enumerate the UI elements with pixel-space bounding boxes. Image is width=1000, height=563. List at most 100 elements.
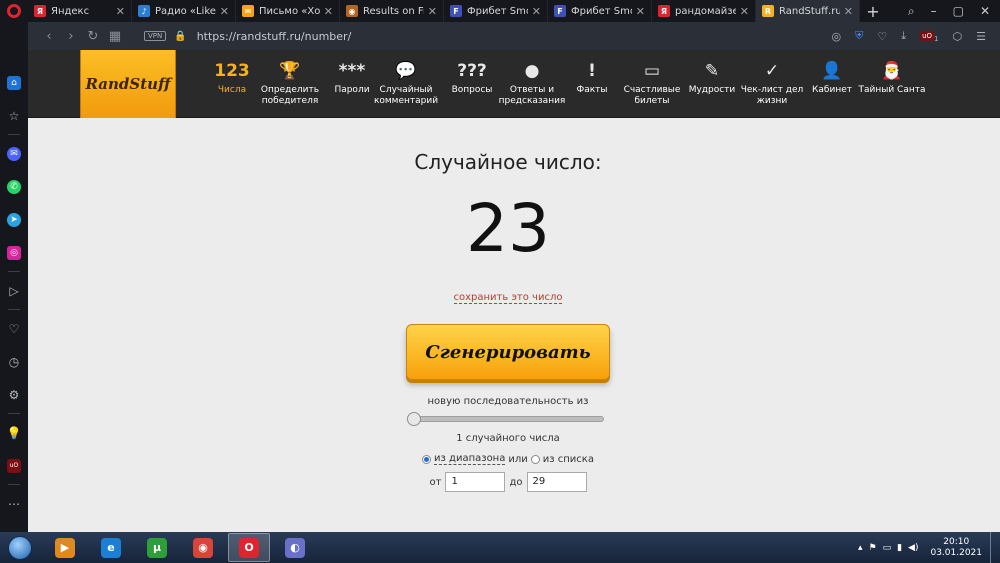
nav-item[interactable]: 🎅 Тайный Санта [858, 58, 926, 96]
maximize-icon[interactable]: ▢ [953, 4, 964, 18]
browser-tab[interactable]: ◉ Results on Free ✕ [340, 0, 444, 22]
results-icon: ◉ [346, 5, 358, 17]
slider-handle[interactable] [407, 412, 421, 426]
taskbar-app[interactable]: ◉ [182, 533, 224, 562]
nav-item[interactable]: ● Ответы и предсказания [498, 58, 566, 107]
shield-icon[interactable]: ⛨ [855, 29, 863, 43]
more-icon[interactable]: ⋯ [0, 487, 28, 520]
taskbar-app[interactable]: ◐ [274, 533, 316, 562]
clock[interactable]: 20:10 03.01.2021 [930, 537, 982, 559]
tab-close-icon[interactable]: ✕ [740, 5, 749, 18]
tab-title: Фрибет SmokeC [467, 5, 528, 17]
browser-tab[interactable]: R RandStuff.ru – г ✕ [756, 0, 860, 22]
star-icon[interactable]: ☆ [0, 99, 28, 132]
ublock-icon[interactable]: uO 1 [920, 28, 939, 44]
messenger-icon[interactable]: ✉ [0, 137, 28, 170]
vpn-badge[interactable]: VPN [144, 31, 167, 41]
search-tabs-icon[interactable]: ⌕ [908, 4, 915, 19]
close-icon[interactable]: ✕ [980, 4, 990, 18]
page-title: Случайное число: [414, 150, 602, 174]
browser-tab[interactable]: F Фрибет SmokeC ✕ [444, 0, 548, 22]
generate-button[interactable]: Сгенерировать [406, 324, 610, 380]
heart-icon[interactable]: ♡ [877, 30, 887, 43]
tab-bar: Я Яндекс ✕ ♪ Радио «Like FM» ✕ ✉ Письмо «Хо хо»… [0, 0, 1000, 22]
browser-tab[interactable]: Я Яндекс ✕ [28, 0, 132, 22]
browser-tab[interactable]: F Фрибет SmokeC ✕ [548, 0, 652, 22]
mode-list-radio[interactable] [530, 454, 540, 464]
tabs-grid-icon[interactable]: ▦ [104, 29, 126, 44]
ublock-icon[interactable]: uO [0, 449, 28, 482]
tray-flag-icon[interactable]: ⚑ [868, 543, 876, 553]
from-label: от [429, 476, 442, 488]
tab-close-icon[interactable]: ✕ [844, 5, 853, 18]
clock-date: 03.01.2021 [930, 547, 982, 558]
comment-icon: 💬 [395, 60, 417, 81]
system-tray: ▴ ⚑ ▭ ▮ ◀) 20:10 03.01.2021 [858, 537, 990, 559]
mode-range-radio[interactable] [422, 454, 432, 464]
tab-close-icon[interactable]: ✕ [428, 5, 437, 18]
opera-menu-icon[interactable] [0, 0, 28, 22]
start-button[interactable] [0, 532, 40, 563]
nav-item[interactable]: ✎ Мудрости [678, 58, 746, 96]
lightbulb-icon[interactable]: 💡 [0, 416, 28, 449]
nav-item[interactable]: 👤 Кабинет [798, 58, 866, 96]
sequence-label: новую последовательность из [427, 396, 589, 407]
mode-selector: из диапазона или из списка [28, 453, 988, 465]
new-tab-button[interactable]: + [860, 0, 886, 22]
browser-tab[interactable]: Ярандомайзер – ✕ [652, 0, 756, 22]
forward-icon[interactable]: › [60, 29, 82, 44]
reload-icon[interactable]: ↻ [82, 29, 104, 44]
minimize-icon[interactable]: – [931, 4, 937, 18]
show-desktop-button[interactable] [990, 532, 1000, 563]
mode-range-label[interactable]: из диапазона [434, 453, 506, 465]
nav-item[interactable]: ! Факты [558, 58, 626, 96]
whatsapp-icon[interactable]: ✆ [0, 170, 28, 203]
tab-close-icon[interactable]: ✕ [532, 5, 541, 18]
count-label: 1 случайного числа [456, 433, 560, 444]
tab-close-icon[interactable]: ✕ [116, 5, 125, 18]
tab-close-icon[interactable]: ✕ [220, 5, 229, 18]
from-input[interactable]: 1 [445, 472, 506, 492]
tab-close-icon[interactable]: ✕ [324, 5, 333, 18]
count-slider[interactable] [407, 412, 604, 426]
radio-icon: ♪ [138, 5, 150, 17]
taskbar-app[interactable]: e [90, 533, 132, 562]
tray-display-icon[interactable]: ▭ [883, 543, 892, 553]
taskbar-app[interactable]: O [228, 533, 270, 562]
camera-icon[interactable]: ◎ [831, 30, 841, 43]
browser-tab[interactable]: ♪ Радио «Like FM» ✕ [132, 0, 236, 22]
browser-tab[interactable]: ✉ Письмо «Хо хо» ✕ [236, 0, 340, 22]
telegram-icon[interactable]: ➤ [0, 203, 28, 236]
to-label: до [509, 476, 523, 488]
nav-item[interactable]: 💬 Случайный комментарий [372, 58, 440, 107]
taskbar-app[interactable]: µ [136, 533, 178, 562]
url-field[interactable]: https://randstuff.ru/number/ [197, 30, 352, 43]
tab-title: рандомайзер – [675, 5, 736, 17]
tray-volume-icon[interactable]: ◀) [908, 543, 918, 553]
settings-icon[interactable]: ⚙ [0, 378, 28, 411]
taskbar-app[interactable]: ▶ [44, 533, 86, 562]
nav-item[interactable]: 🏆 Определить победителя [256, 58, 324, 107]
player-icon[interactable]: ▷ [0, 274, 28, 307]
ticket-icon: ▭ [643, 60, 661, 81]
save-number-link[interactable]: сохранить это число [453, 292, 563, 304]
site-logo[interactable]: RandStuff [80, 50, 176, 118]
menu-icon[interactable]: ☰ [976, 30, 986, 43]
tab-close-icon[interactable]: ✕ [636, 5, 645, 18]
nav-item[interactable]: ✓ Чек-лист дел жизни [738, 58, 806, 107]
history-icon[interactable]: ◷ [0, 345, 28, 378]
tray-network-icon[interactable]: ▮ [897, 543, 902, 553]
cube-icon[interactable]: ⬡ [953, 30, 963, 43]
heart-icon[interactable]: ♡ [0, 312, 28, 345]
to-input[interactable]: 29 [526, 472, 587, 492]
tray-arrow-icon[interactable]: ▴ [858, 543, 863, 553]
download-icon[interactable]: ⤓ [901, 29, 906, 43]
home-icon[interactable]: ⌂ [0, 66, 28, 99]
back-icon[interactable]: ‹ [38, 29, 60, 44]
lock-icon[interactable]: 🔒 [174, 31, 186, 42]
opera-icon: O [239, 537, 259, 558]
mode-list-label[interactable]: из списка [543, 454, 594, 465]
nav-item[interactable]: ??? Вопросы [438, 58, 506, 96]
instagram-icon[interactable]: ◎ [0, 236, 28, 269]
nav-item[interactable]: ▭ Счастливые билеты [618, 58, 686, 107]
